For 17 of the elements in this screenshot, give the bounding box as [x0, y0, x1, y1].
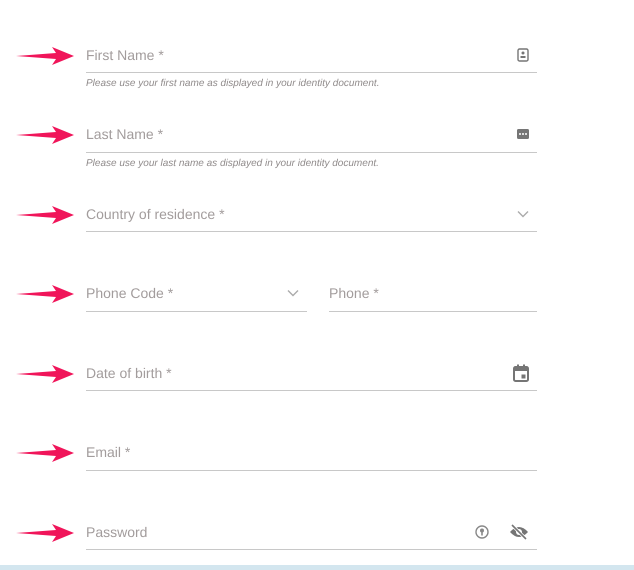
input-field[interactable]: Phone * [329, 285, 529, 301]
input-field[interactable]: Password [86, 524, 455, 540]
input-field[interactable]: Last Name * [86, 126, 497, 142]
dots-icon[interactable] [517, 129, 529, 139]
input-field[interactable]: First Name * [86, 46, 497, 62]
key-icon[interactable] [475, 524, 489, 538]
input-field[interactable]: Email * [86, 444, 529, 460]
chevron-down-icon[interactable] [517, 210, 529, 218]
input-field[interactable]: Date of birth * [86, 364, 493, 380]
chevron-down-icon[interactable] [287, 289, 299, 297]
helper-text: Please use your first name as displayed in your identity document. [86, 78, 380, 89]
calendar-icon[interactable] [513, 364, 529, 382]
helper-text: Please use your last name as displayed in your identity document. [86, 158, 380, 168]
eye-off-icon[interactable] [509, 524, 529, 540]
input-field[interactable]: Phone Code * [86, 285, 267, 301]
input-field[interactable]: Country of residence * [86, 206, 497, 222]
contact-card-icon[interactable] [517, 48, 529, 62]
